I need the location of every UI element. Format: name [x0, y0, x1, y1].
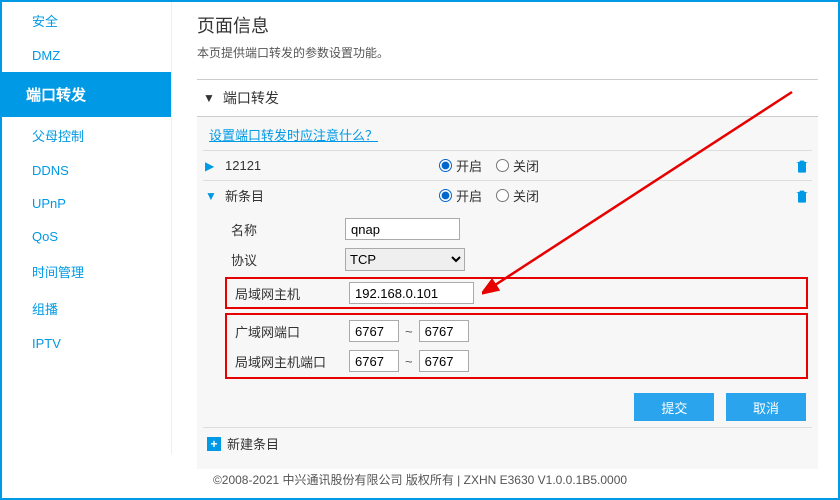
sidebar-item-ddns[interactable]: DDNS: [2, 154, 171, 187]
collapse-icon[interactable]: ▼: [205, 189, 219, 203]
lan-host-label: 局域网主机: [229, 284, 349, 303]
radio-off-input[interactable]: [496, 159, 509, 172]
page-desc: 本页提供端口转发的参数设置功能。: [197, 44, 818, 61]
chevron-down-icon: ▼: [203, 91, 215, 105]
radio-on[interactable]: 开启: [439, 156, 482, 175]
main-content: 页面信息 本页提供端口转发的参数设置功能。 ▼ 端口转发 设置端口转发时应注意什…: [187, 2, 838, 469]
entry-status-radios: 开启 关闭: [439, 186, 549, 205]
help-link[interactable]: 设置端口转发时应注意什么？: [203, 119, 812, 150]
protocol-label: 协议: [225, 250, 345, 269]
footer-text: ©2008-2021 中兴通讯股份有限公司 版权所有 | ZXHN E3630 …: [2, 471, 838, 488]
sidebar-item-iptv[interactable]: IPTV: [2, 327, 171, 360]
radio-on[interactable]: 开启: [439, 186, 482, 205]
entry-row: ▶ 12121 开启 关闭: [203, 150, 812, 180]
delete-icon[interactable]: [794, 188, 810, 204]
sidebar-item-dmz[interactable]: DMZ: [2, 39, 171, 72]
protocol-select[interactable]: TCP: [345, 248, 465, 271]
name-input[interactable]: [345, 218, 460, 240]
sidebar-item-multicast[interactable]: 组播: [2, 290, 171, 327]
entry-name: 12121: [219, 158, 439, 173]
add-entry-button[interactable]: + 新建条目: [203, 427, 812, 459]
section-header[interactable]: ▼ 端口转发: [197, 79, 818, 117]
radio-off-input[interactable]: [496, 189, 509, 202]
tilde-separator: ~: [399, 324, 419, 339]
entry-row: ▼ 新条目 开启 关闭: [203, 180, 812, 210]
wan-port-to-input[interactable]: [419, 320, 469, 342]
submit-button[interactable]: 提交: [634, 393, 714, 421]
entry-name: 新条目: [219, 186, 439, 205]
sidebar-item-security[interactable]: 安全: [2, 2, 171, 39]
sidebar-item-upnp[interactable]: UPnP: [2, 187, 171, 220]
wan-port-from-input[interactable]: [349, 320, 399, 342]
sidebar: 安全 DMZ 端口转发 父母控制 DDNS UPnP QoS 时间管理 组播 I…: [2, 2, 172, 454]
expand-icon[interactable]: ▶: [205, 159, 219, 173]
sidebar-item-port-forward[interactable]: 端口转发: [2, 72, 171, 117]
wan-port-label: 广域网端口: [229, 322, 349, 341]
lan-port-to-input[interactable]: [419, 350, 469, 372]
sidebar-item-time[interactable]: 时间管理: [2, 253, 171, 290]
radio-on-input[interactable]: [439, 189, 452, 202]
entry-form: 名称 协议 TCP 局域网主机 广域网端口: [203, 210, 812, 383]
lan-port-label: 局域网主机端口: [229, 352, 349, 371]
plus-icon: +: [207, 437, 221, 451]
tilde-separator: ~: [399, 354, 419, 369]
form-actions: 提交 取消: [203, 383, 812, 427]
delete-icon[interactable]: [794, 158, 810, 174]
cancel-button[interactable]: 取消: [726, 393, 806, 421]
radio-off[interactable]: 关闭: [496, 186, 539, 205]
name-label: 名称: [225, 220, 345, 239]
entry-status-radios: 开启 关闭: [439, 156, 549, 175]
lan-host-input[interactable]: [349, 282, 474, 304]
section-title: 端口转发: [223, 88, 279, 108]
radio-on-input[interactable]: [439, 159, 452, 172]
radio-off[interactable]: 关闭: [496, 156, 539, 175]
add-entry-label: 新建条目: [227, 434, 279, 453]
sidebar-item-qos[interactable]: QoS: [2, 220, 171, 253]
lan-port-from-input[interactable]: [349, 350, 399, 372]
sidebar-item-parental[interactable]: 父母控制: [2, 117, 171, 154]
page-title: 页面信息: [197, 12, 818, 38]
entries-panel: 设置端口转发时应注意什么？ ▶ 12121 开启 关闭 ▼ 新条目 开启 关闭: [197, 117, 818, 469]
